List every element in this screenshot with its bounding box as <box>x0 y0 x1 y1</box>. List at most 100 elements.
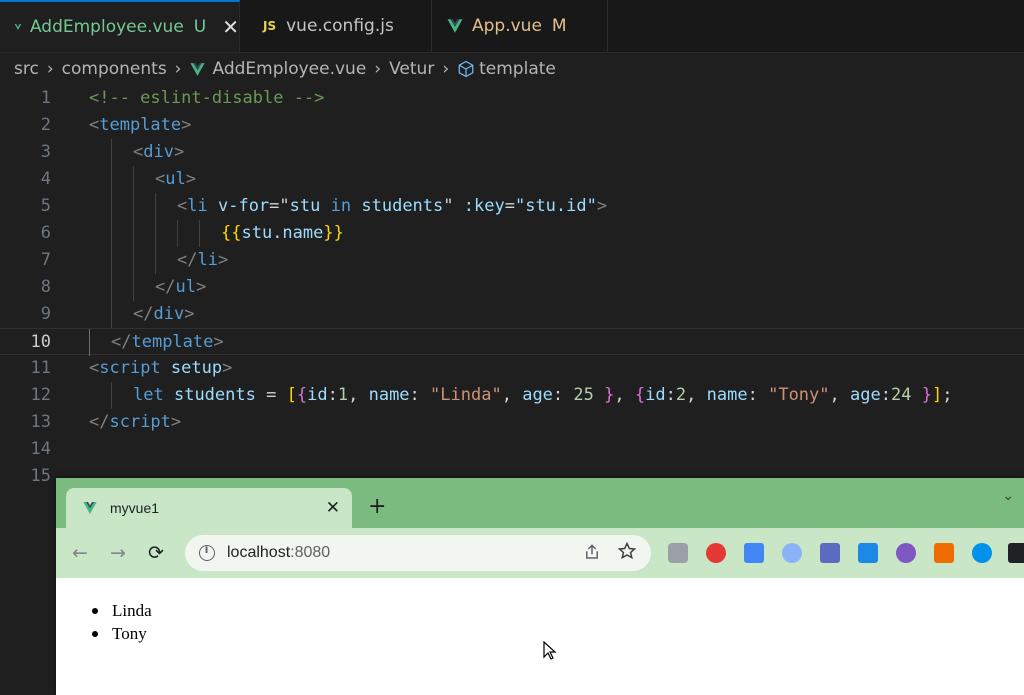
indent-guide <box>111 274 112 301</box>
reload-button[interactable]: ⟳ <box>148 542 164 564</box>
breadcrumb-components[interactable]: components <box>62 59 167 79</box>
code-token: </ <box>155 277 176 297</box>
tab-vue-config-js[interactable]: JS vue.config.js <box>241 0 432 52</box>
vue-icon <box>14 24 22 30</box>
breadcrumb-vetur[interactable]: Vetur <box>389 59 434 79</box>
code-token: age <box>850 385 881 405</box>
chevron-right-icon: › <box>46 59 54 79</box>
indent-guide <box>111 247 112 274</box>
line-number: 3 <box>40 142 51 162</box>
extension-camera-icon[interactable] <box>668 543 688 563</box>
code-token: < <box>155 169 166 189</box>
code-token: </ <box>133 304 154 324</box>
indent-guide <box>111 166 112 193</box>
extension-shazam-icon[interactable] <box>972 543 992 563</box>
extension-search-icon[interactable] <box>782 543 802 563</box>
code-token: {{ <box>221 223 242 243</box>
chevron-right-icon: › <box>442 59 450 79</box>
code-token: ; <box>942 385 953 405</box>
extension-sitemap-icon[interactable] <box>934 543 954 563</box>
extension-translate-icon[interactable] <box>744 543 764 563</box>
code-token: } <box>921 385 932 405</box>
forward-button[interactable]: → <box>110 542 126 564</box>
close-tab-icon[interactable]: ✕ <box>326 498 340 518</box>
code-token: :key <box>463 196 505 216</box>
back-button[interactable]: ← <box>72 542 88 564</box>
modified-badge: M <box>551 16 567 36</box>
code-line: 7 </li> <box>0 247 1024 274</box>
breadcrumb-src[interactable]: src <box>14 59 39 79</box>
code-token: in <box>330 196 352 216</box>
indent-guide <box>111 220 112 247</box>
code-line: 2 <template> <box>0 112 1024 139</box>
code-token: id <box>645 385 666 405</box>
share-icon[interactable] <box>583 543 601 561</box>
code-token: { <box>634 385 646 405</box>
line-number: 2 <box>40 115 51 135</box>
code-editor[interactable]: 1 <!-- eslint-disable --> 2 <template> 3… <box>0 85 1024 495</box>
url-host: localhost <box>227 544 291 561</box>
code-token: "stu.id" <box>514 196 597 216</box>
address-bar[interactable]: localhost:8080 <box>185 535 651 571</box>
code-token: li <box>197 250 218 270</box>
code-token: name <box>368 385 410 405</box>
code-line-current: 10 </template> <box>0 328 1024 356</box>
breadcrumb-file[interactable]: AddEmployee.vue <box>212 59 366 79</box>
tab-app-vue[interactable]: App.vue M <box>432 0 608 52</box>
browser-tab-strip: myvue1 ✕ + ⌄ <box>56 478 1024 528</box>
code-token: : <box>747 385 758 405</box>
breadcrumb-template[interactable]: template <box>479 59 556 79</box>
code-token: > <box>222 358 233 378</box>
code-token: div <box>153 304 185 324</box>
chevron-down-icon[interactable]: ⌄ <box>1002 488 1014 504</box>
code-token: students <box>361 196 444 216</box>
vue-icon <box>190 62 206 76</box>
code-token: name <box>706 385 748 405</box>
code-token: > <box>596 196 608 216</box>
extension-adblock-icon[interactable] <box>706 543 726 563</box>
line-number: 4 <box>40 169 51 189</box>
indent-guide <box>111 382 112 409</box>
code-token: 25 <box>573 385 594 405</box>
code-token: v-for <box>217 196 270 216</box>
close-tab-icon[interactable]: ✕ <box>222 15 239 39</box>
extension-download-icon[interactable] <box>858 543 878 563</box>
editor-tab-bar: AddEmployee.vue U ✕ JS vue.config.js App… <box>0 0 1024 53</box>
student-list: Linda Tony <box>92 599 152 645</box>
indent-guide <box>155 220 156 247</box>
code-token: "Tony" <box>768 385 830 405</box>
code-token: = <box>266 385 277 405</box>
indent-guide <box>111 139 112 166</box>
code-token: li <box>187 196 208 216</box>
code-token: : <box>409 385 420 405</box>
tab-addemployee-vue[interactable]: AddEmployee.vue U ✕ <box>0 0 240 52</box>
tab-label: AddEmployee.vue <box>29 17 184 37</box>
code-token: " <box>279 196 290 216</box>
browser-tab[interactable]: myvue1 ✕ <box>66 488 352 528</box>
indent-guide <box>133 220 134 247</box>
browser-tab-title: myvue1 <box>110 500 160 516</box>
code-line: 12 let students = [{id:1, name: "Linda",… <box>0 382 1024 409</box>
page-content: Linda Tony <box>56 579 1024 695</box>
line-number: 10 <box>30 332 51 352</box>
bookmark-star-icon[interactable] <box>617 541 637 561</box>
code-token: { <box>296 385 308 405</box>
code-token: > <box>170 412 182 432</box>
code-line: 14 <box>0 436 1024 463</box>
code-token: : <box>552 385 564 405</box>
site-info-icon[interactable] <box>199 543 215 561</box>
new-tab-button[interactable]: + <box>368 494 386 519</box>
code-line: 11 <script setup> <box>0 355 1024 382</box>
code-token: }} <box>323 223 344 243</box>
extension-clipboard-icon[interactable] <box>820 543 840 563</box>
extension-play-icon[interactable] <box>896 543 916 563</box>
indent-guide <box>111 193 112 220</box>
code-token: } <box>604 385 615 405</box>
line-number: 5 <box>40 196 51 216</box>
list-item: Tony <box>92 622 152 645</box>
code-token: stu <box>289 196 321 216</box>
code-line: 4 <ul> <box>0 166 1024 193</box>
line-number: 14 <box>30 439 51 459</box>
code-line: 1 <!-- eslint-disable --> <box>0 85 1024 112</box>
extensions-puzzle-icon[interactable] <box>1008 543 1024 563</box>
